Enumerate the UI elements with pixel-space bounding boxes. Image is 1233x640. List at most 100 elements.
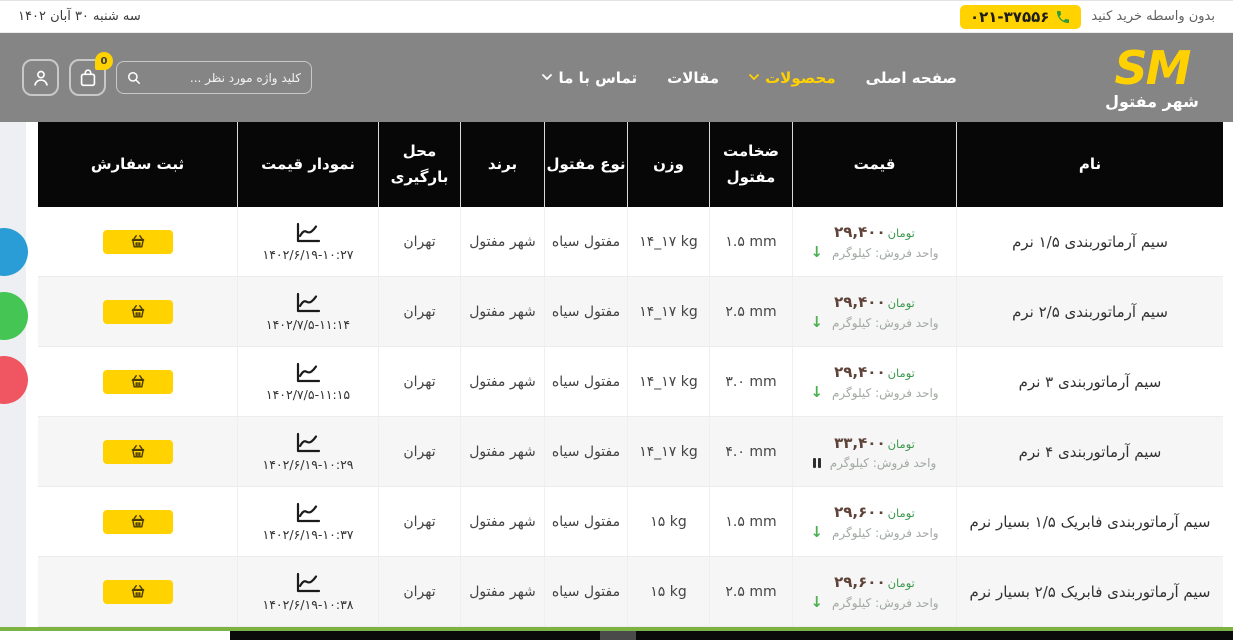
price-value: ۲۹,۴۰۰ — [834, 293, 885, 311]
page: بدون واسطه خرید کنید ۰۲۱-۳۷۵۵۶ سه شنبه ۳… — [0, 0, 1233, 640]
brand-cell: شهر مفتول — [460, 347, 544, 416]
promo-text: بدون واسطه خرید کنید — [1091, 9, 1215, 24]
basket-icon — [130, 234, 146, 249]
footer-top-edge — [0, 631, 1233, 640]
thickness-cell: ۲.۵ mm — [709, 277, 792, 346]
price-chart-link[interactable]: ۱۴۰۲/۷/۵-۱۱:۱۵ — [266, 362, 350, 402]
scrollbar-thumb — [600, 631, 636, 640]
cart-button[interactable]: 0 — [69, 59, 106, 96]
order-button[interactable] — [103, 580, 173, 604]
wire-type-cell: مفتول سیاه — [544, 557, 627, 626]
currency-label: تومان — [888, 576, 915, 590]
sale-unit-label: واحد فروش: کیلوگرم — [832, 246, 939, 260]
basket-icon — [130, 374, 146, 389]
phone-number: ۰۲۱-۳۷۵۵۶ — [970, 8, 1049, 26]
price-table: نام قیمت ضخامت مفتول وزن نوع مفتول برند … — [38, 122, 1223, 627]
price-value: ۲۹,۴۰۰ — [834, 223, 885, 241]
price-value: ۳۳,۴۰۰ — [834, 434, 885, 452]
site-logo[interactable]: SM شهر مفتول — [1077, 45, 1227, 110]
col-header-brand: برند — [460, 122, 544, 207]
nav-contact-label: تماس با ما — [558, 69, 637, 87]
main-header: SM شهر مفتول صفحه اصلی محصولات مقالات تم… — [0, 33, 1233, 122]
basket-icon — [130, 584, 146, 599]
brand-cell: شهر مفتول — [460, 557, 544, 626]
logo-subtext: شهر مفتول — [1105, 94, 1199, 110]
user-account-button[interactable] — [22, 59, 59, 96]
sale-unit-label: واحد فروش: کیلوگرم — [832, 596, 939, 610]
price-cell: ۲۹,۴۰۰ تومان واحد فروش: کیلوگرم ↓ — [792, 277, 956, 346]
product-name-link[interactable]: سیم آرماتوربندی فابریک ۱/۵ بسیار نرم — [969, 513, 1210, 531]
brand-cell: شهر مفتول — [460, 487, 544, 556]
table-header-row: نام قیمت ضخامت مفتول وزن نوع مفتول برند … — [38, 122, 1223, 207]
order-button[interactable] — [103, 370, 173, 394]
price-down-arrow-icon: ↓ — [810, 245, 823, 260]
price-value: ۲۹,۴۰۰ — [834, 363, 885, 381]
nav-home[interactable]: صفحه اصلی — [866, 69, 957, 87]
loading-location-cell: تهران — [378, 417, 460, 486]
col-header-type: نوع مفتول — [544, 122, 627, 207]
nav-contact[interactable]: تماس با ما — [542, 69, 637, 87]
col-header-name: نام — [956, 122, 1223, 207]
thickness-cell: ۲.۵ mm — [709, 557, 792, 626]
currency-label: تومان — [888, 226, 915, 240]
line-chart-icon — [294, 222, 322, 244]
product-name-link[interactable]: سیم آرماتوربندی ۱/۵ نرم — [1012, 233, 1168, 251]
product-name-link[interactable]: سیم آرماتوربندی فابریک ۲/۵ بسیار نرم — [969, 583, 1210, 601]
price-chart-link[interactable]: ۱۴۰۲/۷/۵-۱۱:۱۴ — [266, 292, 350, 332]
price-cell: ۳۳,۴۰۰ تومان واحد فروش: کیلوگرم ↓ — [792, 417, 956, 486]
price-down-arrow-icon: ↓ — [810, 315, 823, 330]
table-row: سیم آرماتوربندی ۴ نرم ۳۳,۴۰۰ تومان واحد … — [38, 417, 1223, 487]
footer-light-segment — [0, 631, 230, 640]
price-down-arrow-icon: ↓ — [810, 525, 823, 540]
product-name-link[interactable]: سیم آرماتوربندی ۴ نرم — [1019, 443, 1162, 461]
brand-cell: شهر مفتول — [460, 277, 544, 346]
col-header-thickness: ضخامت مفتول — [709, 122, 792, 207]
order-button[interactable] — [103, 510, 173, 534]
nav-articles[interactable]: مقالات — [667, 69, 719, 87]
line-chart-icon — [294, 362, 322, 384]
price-chart-link[interactable]: ۱۴۰۲/۶/۱۹-۱۰:۲۷ — [263, 222, 354, 262]
wire-type-cell: مفتول سیاه — [544, 347, 627, 416]
table-row: سیم آرماتوربندی ۱/۵ نرم ۲۹,۴۰۰ تومان واح… — [38, 207, 1223, 277]
order-button[interactable] — [103, 230, 173, 254]
sale-unit-label: واحد فروش: کیلوگرم — [830, 456, 937, 470]
loading-location-cell: تهران — [378, 347, 460, 416]
table-row: سیم آرماتوربندی ۳ نرم ۲۹,۴۰۰ تومان واحد … — [38, 347, 1223, 417]
order-button[interactable] — [103, 300, 173, 324]
nav-products-label: محصولات — [765, 69, 836, 87]
sale-unit-label: واحد فروش: کیلوگرم — [832, 316, 939, 330]
wire-type-cell: مفتول سیاه — [544, 277, 627, 346]
basket-icon — [130, 304, 146, 319]
logo-mark: SM — [1115, 45, 1190, 91]
thickness-cell: ۳.۰ mm — [709, 347, 792, 416]
line-chart-icon — [294, 502, 322, 524]
weight-cell: ۱۵ kg — [627, 487, 709, 556]
line-chart-icon — [294, 292, 322, 314]
price-down-arrow-icon: ↓ — [810, 385, 823, 400]
phone-badge[interactable]: ۰۲۱-۳۷۵۵۶ — [960, 5, 1081, 29]
price-cell: ۲۹,۴۰۰ تومان واحد فروش: کیلوگرم ↓ — [792, 347, 956, 416]
chevron-down-icon — [749, 74, 759, 81]
loading-location-cell: تهران — [378, 277, 460, 346]
search-icon[interactable] — [125, 69, 143, 87]
wire-type-cell: مفتول سیاه — [544, 207, 627, 276]
product-name-link[interactable]: سیم آرماتوربندی ۲/۵ نرم — [1012, 303, 1168, 321]
wire-type-cell: مفتول سیاه — [544, 417, 627, 486]
weight-cell: ۱۵ kg — [627, 557, 709, 626]
search-input[interactable] — [151, 71, 301, 85]
price-chart-link[interactable]: ۱۴۰۲/۶/۱۹-۱۰:۲۹ — [263, 432, 354, 472]
table-body: سیم آرماتوربندی ۱/۵ نرم ۲۹,۴۰۰ تومان واح… — [38, 207, 1223, 627]
thickness-cell: ۱.۵ mm — [709, 487, 792, 556]
nav-products[interactable]: محصولات — [749, 69, 836, 87]
weight-cell: ۱۴_۱۷ kg — [627, 417, 709, 486]
chart-update-date: ۱۴۰۲/۶/۱۹-۱۰:۳۸ — [263, 597, 354, 612]
price-chart-link[interactable]: ۱۴۰۲/۶/۱۹-۱۰:۳۸ — [263, 572, 354, 612]
product-name-link[interactable]: سیم آرماتوربندی ۳ نرم — [1019, 373, 1162, 391]
search-box[interactable] — [116, 61, 312, 94]
price-chart-link[interactable]: ۱۴۰۲/۶/۱۹-۱۰:۳۷ — [263, 502, 354, 542]
currency-label: تومان — [888, 366, 915, 380]
order-button[interactable] — [103, 440, 173, 464]
price-cell: ۲۹,۶۰۰ تومان واحد فروش: کیلوگرم ↓ — [792, 487, 956, 556]
promo-area: بدون واسطه خرید کنید ۰۲۱-۳۷۵۵۶ — [960, 5, 1215, 29]
date-label: سه شنبه ۳۰ آبان ۱۴۰۲ — [18, 9, 141, 24]
